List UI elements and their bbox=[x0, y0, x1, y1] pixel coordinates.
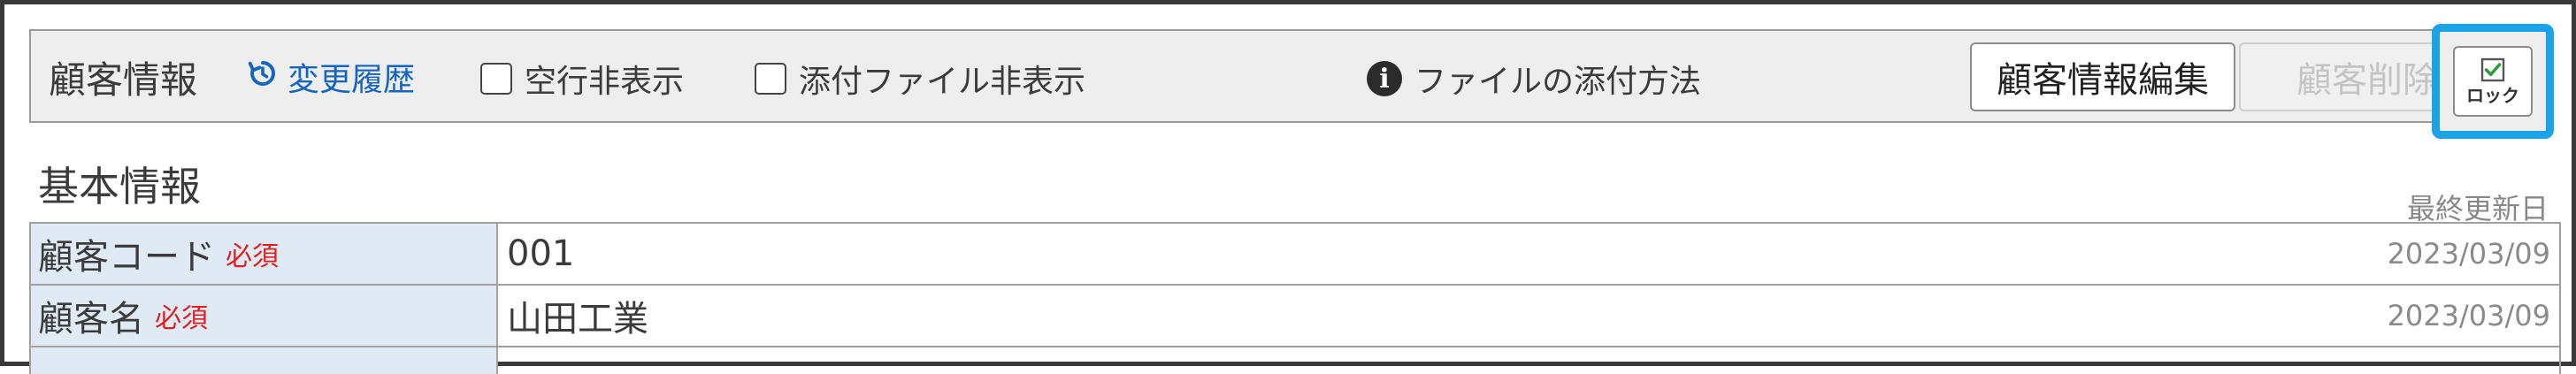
history-icon bbox=[247, 57, 279, 97]
page-title: 顧客情報 bbox=[49, 57, 198, 102]
lock-button-highlight: ロック bbox=[2432, 24, 2554, 139]
checkbox-box[interactable] bbox=[755, 63, 786, 95]
checkmark-icon bbox=[2480, 57, 2506, 86]
section-title: 基本情報 bbox=[38, 163, 201, 210]
change-history-link[interactable]: 変更履歴 bbox=[247, 54, 415, 100]
edit-customer-button[interactable]: 顧客情報編集 bbox=[1970, 42, 2235, 111]
toolbar: 顧客情報 変更履歴 空行非表示 添付ファイル非表示 i ファイルの添付方法 顧客… bbox=[29, 29, 2543, 123]
change-history-label: 変更履歴 bbox=[288, 62, 416, 98]
required-badge: 必須 bbox=[226, 241, 279, 272]
hide-empty-rows-label: 空行非表示 bbox=[525, 64, 685, 100]
lock-button[interactable]: ロック bbox=[2453, 46, 2533, 117]
info-icon: i bbox=[1367, 61, 1402, 96]
table-row: 顧客名 必須 山田工業 2023/03/09 bbox=[29, 286, 2561, 347]
field-value: 001 bbox=[507, 233, 575, 274]
field-label-cell: 顧客名 必須 bbox=[29, 286, 498, 346]
field-value-cell: 001 2023/03/09 bbox=[498, 224, 2561, 284]
checkbox-box[interactable] bbox=[480, 63, 512, 95]
required-badge: 必須 bbox=[155, 303, 208, 334]
customer-info-panel: 顧客情報 変更履歴 空行非表示 添付ファイル非表示 i ファイルの添付方法 顧客… bbox=[0, 0, 2576, 374]
hide-attachments-checkbox[interactable]: 添付ファイル非表示 bbox=[755, 56, 1085, 102]
field-value: 山田工業 bbox=[507, 299, 648, 340]
field-label-cell: 顧客コード 必須 bbox=[29, 224, 498, 284]
lock-label: ロック bbox=[2466, 85, 2519, 106]
last-updated-date: 2023/03/09 bbox=[2387, 237, 2550, 271]
hide-empty-rows-checkbox[interactable]: 空行非表示 bbox=[480, 56, 684, 102]
field-value-cell bbox=[498, 347, 2561, 374]
field-label: 顧客名 bbox=[38, 299, 144, 340]
hide-attachments-label: 添付ファイル非表示 bbox=[799, 64, 1086, 100]
field-label-cell bbox=[29, 347, 498, 374]
table-row bbox=[29, 347, 2561, 374]
field-label: 顧客コード bbox=[38, 237, 215, 278]
attachment-method-link[interactable]: i ファイルの添付方法 bbox=[1367, 56, 1701, 102]
table-row: 顧客コード 必須 001 2023/03/09 bbox=[29, 224, 2561, 286]
field-value-cell: 山田工業 2023/03/09 bbox=[498, 286, 2561, 346]
last-updated-date: 2023/03/09 bbox=[2387, 299, 2550, 332]
customer-fields-table: 顧客コード 必須 001 2023/03/09 顧客名 必須 山田工業 2023… bbox=[29, 222, 2561, 374]
attachment-method-label: ファイルの添付方法 bbox=[1414, 64, 1702, 100]
